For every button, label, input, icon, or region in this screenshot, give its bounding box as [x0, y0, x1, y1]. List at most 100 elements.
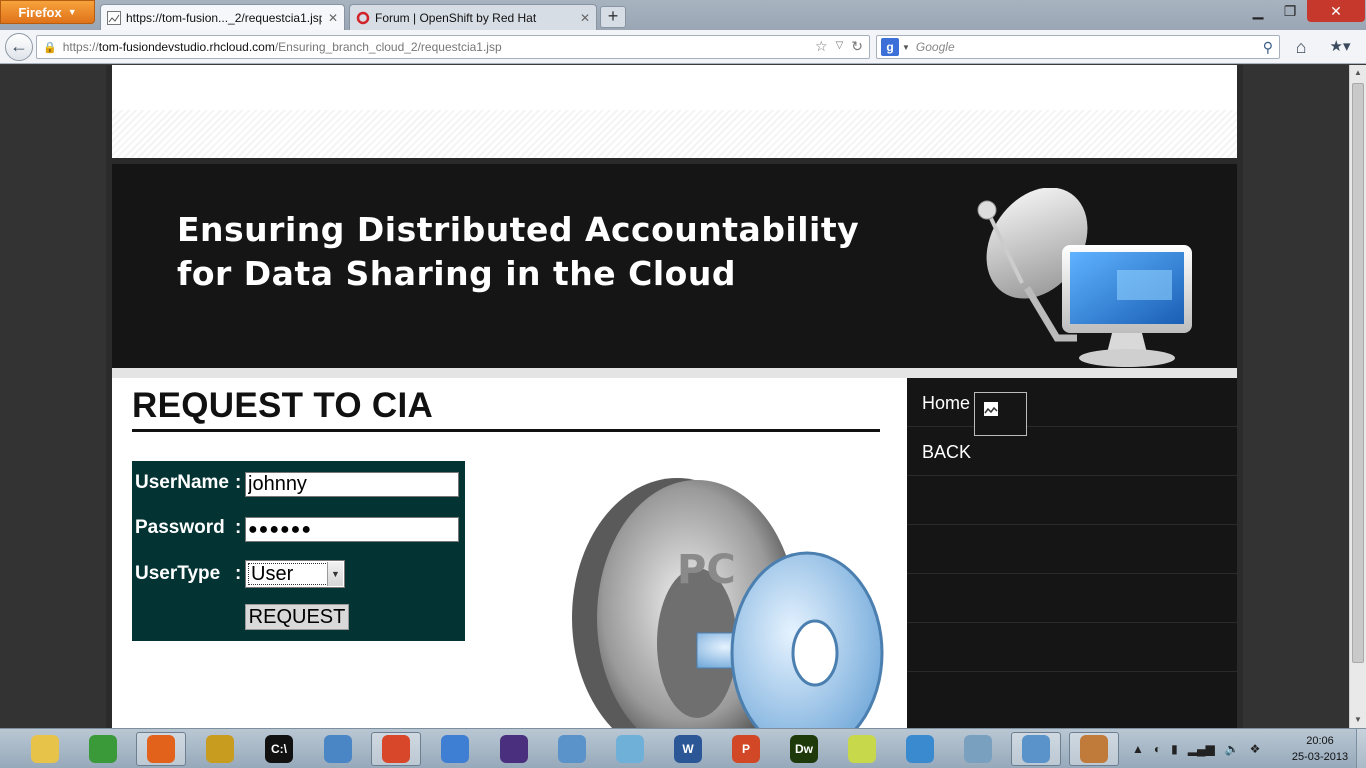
- clock-time: 20:06: [1306, 735, 1334, 747]
- url-protocol: https://: [62, 40, 99, 54]
- virtualbox-vm-icon: [1022, 735, 1050, 763]
- menu-item-empty: [907, 476, 1237, 525]
- chevron-down-icon[interactable]: ▼: [902, 43, 910, 52]
- chrome-taskbar-button[interactable]: [78, 732, 128, 766]
- menu-item-empty: [907, 574, 1237, 623]
- reload-icon[interactable]: ↻: [851, 38, 863, 55]
- control-panel-taskbar-button[interactable]: [895, 732, 945, 766]
- divider-strip: [112, 368, 1237, 378]
- virtualbox-guest-icon: [324, 735, 352, 763]
- firefox-taskbar-button[interactable]: [136, 732, 186, 766]
- taskbar: C:\ W P Dw ▲ ◐ ▮ ▂▄▆ 🔊 ❖ 20:06 25-03-2013: [0, 728, 1366, 768]
- url-host: tom-fusiondevstudio.rhcloud.com: [98, 40, 275, 54]
- tab-title: Forum | OpenShift by Red Hat: [375, 10, 537, 25]
- virtualbox-vm-taskbar-button[interactable]: [1011, 732, 1061, 766]
- volume-icon[interactable]: 🔊: [1225, 742, 1240, 756]
- request-form: UserName : Password : ●●●●●● UserType : …: [132, 461, 465, 641]
- system-clock[interactable]: 20:06 25-03-2013: [1290, 733, 1350, 765]
- task-manager-icon: [964, 735, 992, 763]
- new-tab-button[interactable]: +: [600, 6, 626, 28]
- bookmarks-button[interactable]: ★▾: [1322, 36, 1358, 58]
- close-window-button[interactable]: ✕: [1307, 0, 1365, 22]
- username-field[interactable]: [245, 472, 459, 497]
- show-hidden-icons-icon[interactable]: ▲: [1132, 742, 1144, 756]
- password-label: Password: [135, 517, 225, 538]
- menu-item-back[interactable]: BACK: [907, 427, 1237, 476]
- eclipse-taskbar-button[interactable]: [489, 732, 539, 766]
- search-input[interactable]: Google: [916, 40, 1263, 54]
- task-manager-taskbar-button[interactable]: [953, 732, 1003, 766]
- side-menu: Home BACK: [907, 378, 1237, 728]
- word-taskbar-button[interactable]: W: [663, 732, 713, 766]
- sticky-notes-taskbar-button[interactable]: [837, 732, 887, 766]
- page-viewport: Ensuring Distributed Accountability for …: [0, 65, 1366, 728]
- page-gutter-right: [1237, 65, 1243, 728]
- usertype-select[interactable]: User ▼: [245, 560, 345, 588]
- satellite-computer-icon: [977, 188, 1192, 367]
- vertical-scrollbar[interactable]: ▲ ▼: [1349, 65, 1366, 728]
- git-taskbar-button[interactable]: [371, 732, 421, 766]
- history-dropdown-icon[interactable]: ▽: [836, 38, 844, 55]
- request-button[interactable]: REQUEST: [245, 604, 349, 630]
- scroll-thumb[interactable]: [1352, 83, 1364, 663]
- show-desktop-button[interactable]: [1356, 729, 1366, 768]
- bookmark-star-icon[interactable]: ☆: [815, 38, 828, 55]
- file-explorer-icon: [31, 735, 59, 763]
- system-tray: ▲ ◐ ▮ ▂▄▆ 🔊 ❖: [1128, 729, 1288, 768]
- firefox-icon: [147, 735, 175, 763]
- notepad-taskbar-button[interactable]: [605, 732, 655, 766]
- google-icon[interactable]: g: [881, 38, 899, 56]
- search-bar[interactable]: g ▼ Google ⚲: [876, 35, 1280, 59]
- menu-item-label[interactable]: BACK: [922, 442, 971, 463]
- word-icon: W: [674, 735, 702, 763]
- cmd-taskbar-button[interactable]: C:\: [254, 732, 304, 766]
- url-bar[interactable]: 🔒 https:// tom-fusiondevstudio.rhcloud.c…: [36, 35, 870, 59]
- powerpoint-taskbar-button[interactable]: P: [721, 732, 771, 766]
- battery-icon[interactable]: ▮: [1171, 742, 1178, 756]
- minimize-button[interactable]: ▁: [1243, 0, 1273, 22]
- scroll-up-icon[interactable]: ▲: [1350, 65, 1366, 81]
- back-button[interactable]: ←: [5, 33, 33, 61]
- usertype-label: UserType: [135, 563, 221, 584]
- usertype-colon: :: [235, 563, 242, 584]
- search-icon[interactable]: ⚲: [1263, 39, 1273, 56]
- page-favicon-icon: [107, 10, 121, 25]
- username-colon: :: [235, 472, 242, 493]
- close-icon[interactable]: ✕: [328, 11, 338, 25]
- signal-icon[interactable]: ▂▄▆: [1188, 742, 1215, 756]
- header-pattern: [112, 65, 1237, 158]
- home-button[interactable]: ⌂: [1290, 36, 1312, 58]
- banner-title: Ensuring Distributed Accountability for …: [177, 208, 859, 296]
- close-icon[interactable]: ✕: [580, 11, 590, 25]
- maximize-button[interactable]: ❐: [1275, 0, 1305, 22]
- filezilla-taskbar-button[interactable]: [195, 732, 245, 766]
- page-title: REQUEST TO CIA: [132, 386, 434, 425]
- git-icon: [382, 735, 410, 763]
- heading-divider: [132, 429, 880, 432]
- filezilla-icon: [206, 735, 234, 763]
- clock-date: 25-03-2013: [1291, 751, 1349, 763]
- network-status-icon[interactable]: ◐: [1154, 742, 1161, 756]
- tab-openshift-forum[interactable]: Forum | OpenShift by Red Hat ✕: [349, 4, 597, 30]
- dropbox-icon[interactable]: ❖: [1250, 742, 1261, 756]
- menu-item-label[interactable]: Home: [922, 393, 970, 414]
- title-bar: Firefox ▼ https://tom-fusion..._2/reques…: [0, 0, 1366, 30]
- paint-taskbar-button[interactable]: [1069, 732, 1119, 766]
- password-colon: :: [235, 517, 242, 538]
- file-explorer-taskbar-button[interactable]: [20, 732, 70, 766]
- tab-requestcia1[interactable]: https://tom-fusion..._2/requestcia1.jsp …: [100, 4, 345, 30]
- virtualbox-icon: [558, 735, 586, 763]
- menu-item-home[interactable]: Home: [907, 378, 1237, 436]
- eclipse-icon: [500, 735, 528, 763]
- dreamweaver-taskbar-button[interactable]: Dw: [779, 732, 829, 766]
- itunes-icon: [441, 735, 469, 763]
- firefox-menu-button[interactable]: Firefox ▼: [0, 0, 95, 24]
- chevron-down-icon[interactable]: ▼: [327, 562, 343, 586]
- pc-label: PC: [677, 547, 736, 593]
- scroll-down-icon[interactable]: ▼: [1350, 712, 1366, 728]
- virtualbox-guest-taskbar-button[interactable]: [313, 732, 363, 766]
- virtualbox-taskbar-button[interactable]: [547, 732, 597, 766]
- password-field[interactable]: ●●●●●●: [245, 517, 459, 542]
- itunes-taskbar-button[interactable]: [430, 732, 480, 766]
- lock-icon[interactable]: 🔒: [43, 41, 57, 54]
